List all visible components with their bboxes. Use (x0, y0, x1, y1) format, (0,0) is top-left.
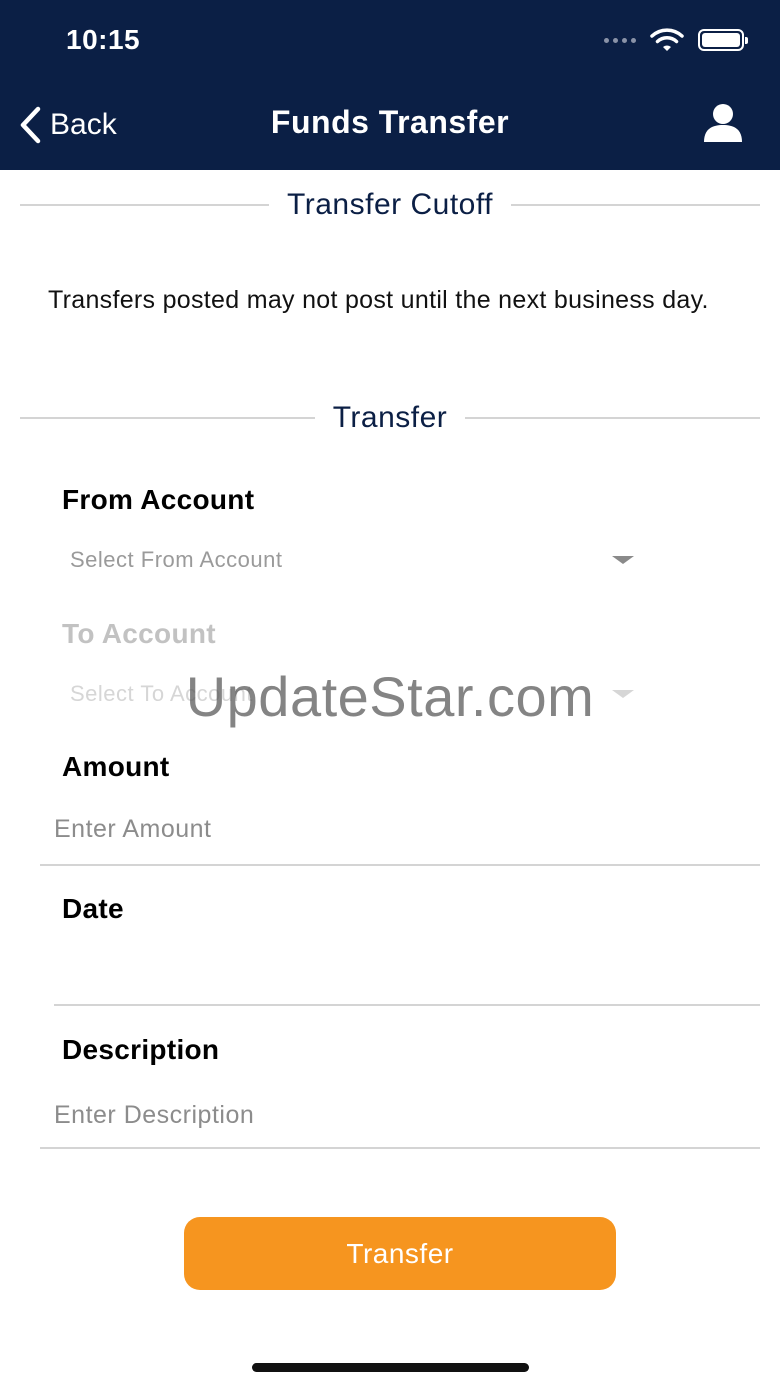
profile-button[interactable] (702, 102, 744, 144)
home-indicator[interactable] (252, 1363, 529, 1372)
divider (510, 204, 761, 206)
to-account-placeholder: Select To Account (70, 681, 253, 706)
amount-input[interactable] (54, 804, 744, 854)
to-account-label: To Account (62, 618, 216, 649)
transfer-cutoff-header: Transfer Cutoff (20, 188, 761, 222)
description-input[interactable] (54, 1090, 744, 1140)
user-icon (704, 104, 742, 142)
from-account-select[interactable]: Select From Account (62, 536, 642, 584)
wifi-icon (650, 28, 684, 51)
caret-down-icon (612, 556, 634, 564)
amount-underline (40, 864, 760, 866)
divider (465, 417, 760, 419)
from-account-placeholder: Select From Account (70, 547, 283, 572)
cutoff-notice: Transfers posted may not post until the … (48, 286, 709, 314)
description-underline (40, 1147, 760, 1149)
status-icons (604, 28, 748, 52)
transfer-button[interactable]: Transfer (184, 1217, 616, 1290)
signal-icon (604, 37, 636, 43)
description-label: Description (62, 1034, 220, 1065)
from-account-label: From Account (62, 484, 255, 515)
caret-down-icon (612, 690, 634, 698)
amount-label: Amount (62, 751, 170, 782)
transfer-section-header: Transfer (20, 401, 760, 435)
page-title: Funds Transfer (270, 104, 510, 140)
divider (20, 417, 315, 419)
transfer-section-title: Transfer (332, 401, 448, 434)
to-account-select[interactable]: Select To Account (62, 670, 642, 718)
date-underline (54, 1004, 760, 1006)
divider (20, 204, 270, 206)
date-label: Date (62, 893, 124, 924)
transfer-cutoff-title: Transfer Cutoff (287, 188, 493, 221)
app-header: 10:15 Back Funds Transfer (0, 0, 780, 170)
battery-icon (698, 29, 748, 51)
date-input[interactable] (54, 944, 744, 994)
status-time: 10:15 (66, 24, 141, 55)
